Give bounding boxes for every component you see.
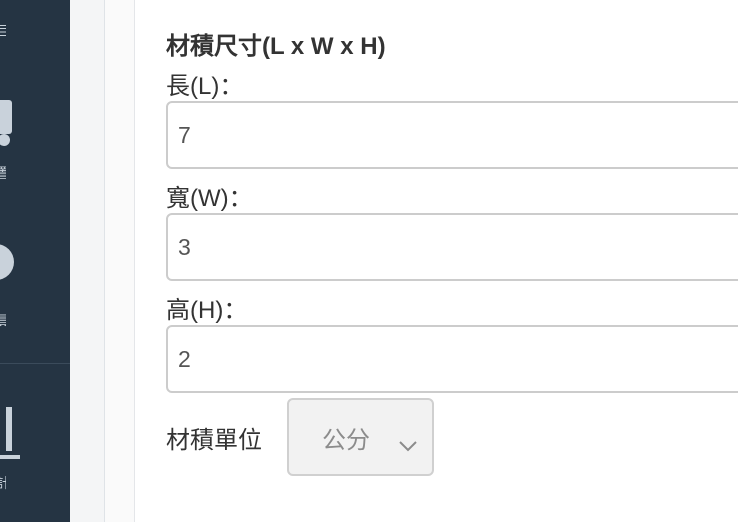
sidebar-item-label: 目 [0,24,6,38]
length-value: 7 [178,121,191,148]
width-input[interactable]: 3 [166,213,738,281]
height-input[interactable]: 2 [166,325,738,393]
chevron-down-icon [398,431,418,459]
sidebar-item-label: 員 [0,314,6,328]
sidebar-item-label: 計 [0,476,6,490]
unit-label: 材積單位 [166,427,262,454]
section-title: 材積尺寸(L x W x H) [166,33,386,60]
unit-selected-value: 公分 [322,426,370,454]
unit-select[interactable]: 公分 [287,398,434,476]
sidebar: 目 置 員 計 [0,0,70,522]
length-input[interactable]: 7 [166,101,738,169]
card-margin [105,0,135,522]
sidebar-item-label: 置 [0,166,6,180]
truck-icon[interactable] [0,96,16,153]
height-value: 2 [178,345,191,372]
sidebar-divider [0,363,70,364]
page-gutter [70,0,105,522]
height-label: 高(H)： [166,297,248,324]
width-label: 寬(W)： [166,185,253,212]
bar-chart-icon[interactable] [0,405,22,468]
user-icon[interactable] [0,232,16,297]
length-label: 長(L)： [166,73,244,100]
width-value: 3 [178,233,191,260]
